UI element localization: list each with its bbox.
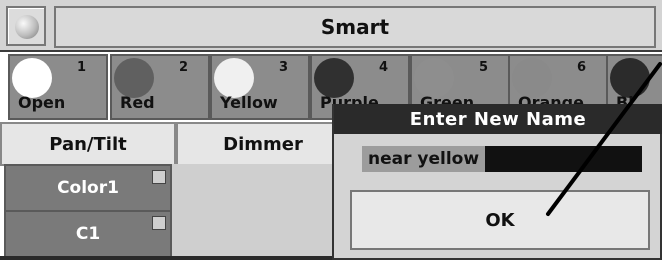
color-circle-icon	[12, 58, 52, 98]
bottom-divider	[0, 256, 340, 260]
name-input-text: near yellow	[362, 146, 486, 172]
color-swatch-red[interactable]: 2 Red	[110, 54, 210, 120]
swatch-number: 6	[576, 60, 586, 75]
c1-button[interactable]: C1	[4, 210, 172, 258]
color-swatch-yellow[interactable]: 3 Yellow	[210, 54, 310, 120]
square-icon	[152, 170, 166, 184]
swatch-name: Open	[18, 93, 66, 112]
swatch-number: 2	[178, 60, 188, 75]
page-title: Smart	[54, 6, 656, 48]
input-cursor-area	[485, 146, 642, 172]
button-label: C1	[75, 224, 101, 244]
tab-label: Pan/Tilt	[49, 133, 127, 155]
color1-button[interactable]: Color1	[4, 164, 172, 212]
tab-pan-tilt[interactable]: Pan/Tilt	[0, 122, 176, 166]
bulb-button[interactable]	[6, 6, 46, 46]
swatch-number: 1	[76, 60, 86, 75]
name-input[interactable]: near yellow	[362, 146, 642, 172]
dialog-title: Enter New Name	[334, 104, 662, 134]
tab-dimmer[interactable]: Dimmer	[176, 122, 350, 166]
ok-button[interactable]: OK	[350, 190, 650, 250]
color-circle-icon	[610, 58, 650, 98]
content-area	[172, 164, 340, 258]
square-icon	[152, 216, 166, 230]
button-label: Color1	[57, 178, 119, 198]
swatch-number: 4	[378, 60, 388, 75]
ok-label: OK	[485, 209, 515, 231]
color-circle-icon	[512, 58, 552, 98]
color-circle-icon	[414, 58, 454, 98]
color-circle-icon	[214, 58, 254, 98]
tab-label: Dimmer	[223, 133, 303, 155]
swatch-number: 5	[478, 60, 488, 75]
color-swatch-open[interactable]: 1 Open	[8, 54, 108, 120]
swatch-name: Yellow	[220, 93, 278, 112]
swatch-number: 3	[278, 60, 288, 75]
bulb-icon	[15, 15, 39, 39]
color-circle-icon	[314, 58, 354, 98]
swatch-name: Red	[120, 93, 155, 112]
color-circle-icon	[114, 58, 154, 98]
